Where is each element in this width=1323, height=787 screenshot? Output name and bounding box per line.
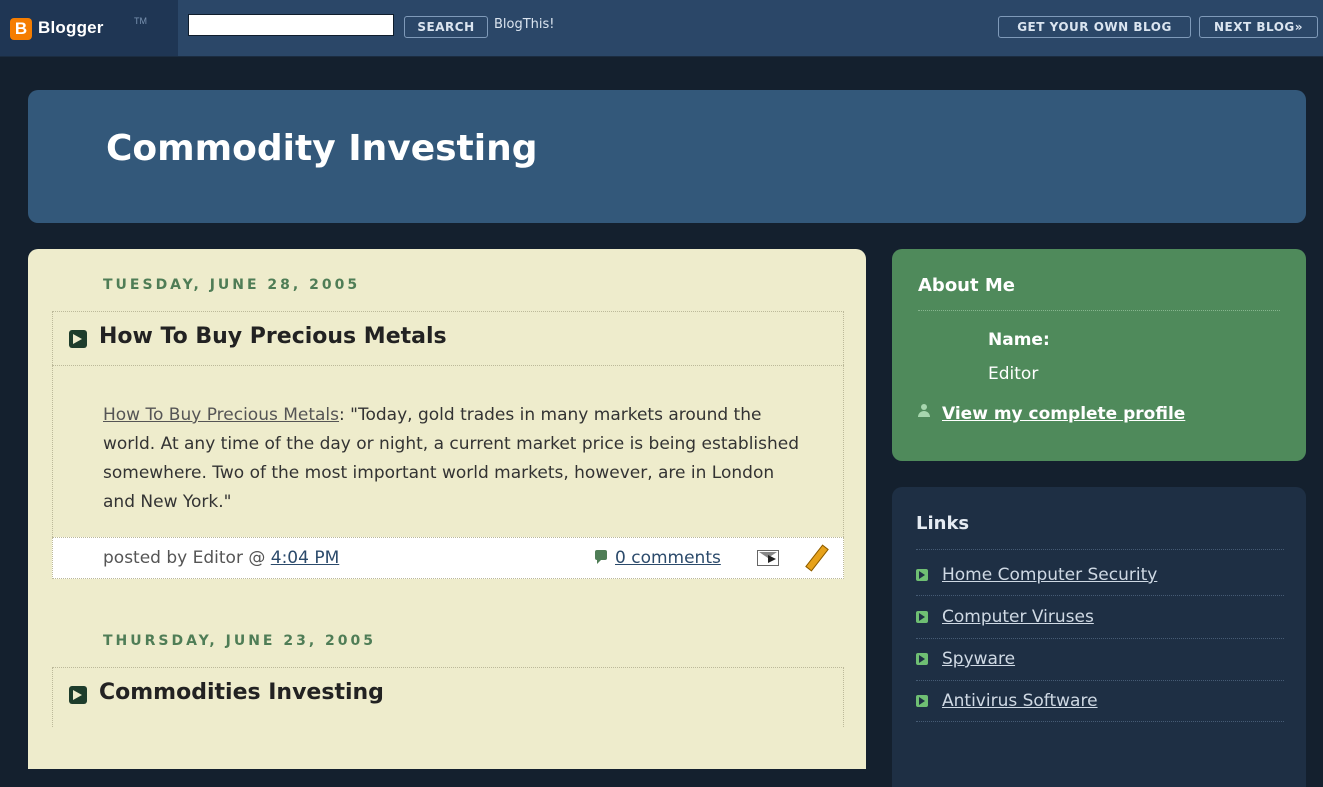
divider <box>916 549 1284 550</box>
blog-title[interactable]: Commodity Investing <box>106 128 538 169</box>
post-footer: posted by Editor @ 4:04 PM 0 comments <box>52 537 844 579</box>
name-value: Editor <box>988 364 1039 384</box>
links-heading: Links <box>916 513 970 534</box>
blogger-logo-icon: B <box>10 18 32 40</box>
search-button[interactable]: SEARCH <box>404 16 488 38</box>
email-post-icon[interactable] <box>757 550 779 566</box>
divider <box>916 638 1284 639</box>
posted-by-text: posted by Editor @ <box>103 548 271 568</box>
main-column: TUESDAY, JUNE 28, 2005 How To Buy Precio… <box>28 249 866 769</box>
post-text: How To Buy Precious Metals: "Today, gold… <box>103 401 803 517</box>
arrow-right-icon <box>69 686 87 704</box>
arrow-right-icon <box>916 695 928 707</box>
blogthis-link[interactable]: BlogThis! <box>494 17 555 32</box>
divider <box>916 680 1284 681</box>
next-blog-button[interactable]: NEXT BLOG» <box>1199 16 1318 38</box>
blogger-logo-tm: TM <box>134 16 147 26</box>
divider <box>916 721 1284 722</box>
sidebar-link-text[interactable]: Antivirus Software <box>942 691 1098 711</box>
about-me-panel: About Me Name: Editor View my complete p… <box>892 249 1306 461</box>
post-source-link[interactable]: How To Buy Precious Metals <box>103 405 339 425</box>
person-icon <box>918 404 930 418</box>
blog-header: Commodity Investing <box>28 90 1306 223</box>
sidebar-link-text[interactable]: Computer Viruses <box>942 607 1094 627</box>
post-byline: posted by Editor @ 4:04 PM <box>103 548 339 568</box>
date-header: TUESDAY, JUNE 28, 2005 <box>103 277 361 293</box>
sidebar-link-text[interactable]: Home Computer Security <box>942 565 1157 585</box>
arrow-right-icon <box>69 330 87 348</box>
blogger-navbar: B Blogger TM SEARCH BlogThis! GET YOUR O… <box>0 0 1323 57</box>
blogger-logo[interactable]: B Blogger TM <box>0 0 178 56</box>
name-label: Name: <box>988 330 1050 350</box>
pencil-edit-icon[interactable] <box>805 544 829 572</box>
post-body: How To Buy Precious Metals: "Today, gold… <box>52 365 844 537</box>
divider <box>916 595 1284 596</box>
post-title-row: How To Buy Precious Metals <box>52 311 844 365</box>
post-time-link[interactable]: 4:04 PM <box>271 548 340 568</box>
about-me-heading: About Me <box>918 275 1015 296</box>
post-title[interactable]: Commodities Investing <box>99 680 384 705</box>
view-profile-link[interactable]: View my complete profile <box>942 404 1185 424</box>
divider <box>918 310 1280 311</box>
get-your-own-blog-button[interactable]: GET YOUR OWN BLOG <box>998 16 1191 38</box>
comments-link[interactable]: 0 comments <box>615 548 721 568</box>
date-header: THURSDAY, JUNE 23, 2005 <box>103 633 376 649</box>
post-title[interactable]: How To Buy Precious Metals <box>99 324 447 349</box>
post-title-row: Commodities Investing <box>52 667 844 727</box>
blogger-logo-text: Blogger <box>38 18 104 37</box>
links-panel: Links Home Computer Security Computer Vi… <box>892 487 1306 787</box>
arrow-right-icon <box>916 569 928 581</box>
arrow-right-icon <box>916 653 928 665</box>
comment-icon <box>595 550 607 564</box>
arrow-right-icon <box>916 611 928 623</box>
sidebar-link-text[interactable]: Spyware <box>942 649 1015 669</box>
search-input[interactable] <box>188 14 394 36</box>
